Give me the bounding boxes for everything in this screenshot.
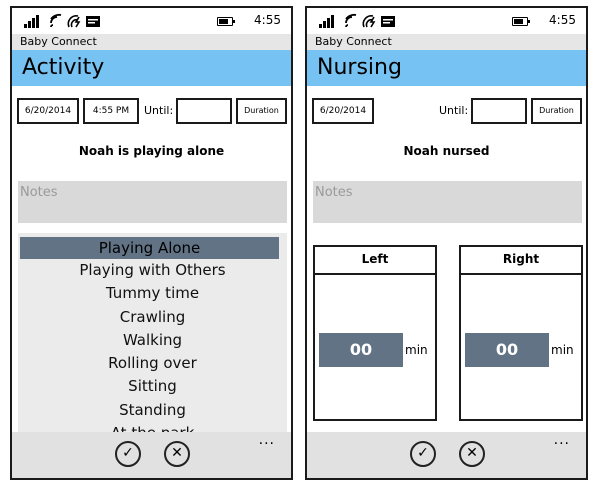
list-item[interactable]: Standing: [18, 399, 287, 422]
page-title: Activity: [12, 50, 291, 86]
signal-icon: [24, 15, 39, 28]
page-title: Nursing: [307, 50, 586, 86]
list-item[interactable]: Walking: [18, 329, 287, 352]
list-item-selected[interactable]: Playing Alone: [20, 237, 279, 259]
time-field[interactable]: 4:55 PM: [83, 98, 139, 124]
confirm-button[interactable]: ✓: [115, 441, 141, 467]
left-side-panel: Left 00 min: [313, 245, 437, 421]
more-icon[interactable]: ...: [554, 432, 570, 448]
list-item[interactable]: Playing with Others: [18, 259, 287, 282]
cancel-button[interactable]: ✕: [164, 441, 190, 467]
message-icon: [381, 16, 395, 27]
list-item[interactable]: Tummy time: [18, 282, 287, 305]
data-icon: [67, 15, 81, 28]
notes-input[interactable]: Notes: [313, 181, 582, 223]
activity-list[interactable]: Playing Alone Playing with Others Tummy …: [18, 233, 287, 438]
battery-icon: [512, 17, 530, 26]
list-item[interactable]: Sitting: [18, 375, 287, 398]
phone-nursing: 4:55 Baby Connect Nursing 6/20/2014 Unti…: [305, 6, 588, 480]
left-side-label: Left: [315, 247, 435, 275]
clock: 4:55: [549, 13, 576, 27]
duration-button[interactable]: Duration: [236, 98, 287, 124]
app-bar: ✓ ✕ ...: [12, 432, 291, 478]
wifi-icon: [345, 13, 357, 28]
app-bar: ✓ ✕ ...: [307, 432, 586, 478]
message-icon: [86, 16, 100, 27]
until-label: Until:: [144, 104, 174, 117]
notes-input[interactable]: Notes: [18, 181, 287, 223]
until-field[interactable]: [471, 98, 527, 124]
until-field[interactable]: [176, 98, 232, 124]
close-icon: ✕: [466, 445, 478, 461]
status-bar: 4:55: [307, 8, 586, 34]
duration-button[interactable]: Duration: [531, 98, 582, 124]
more-icon[interactable]: ...: [259, 432, 275, 448]
battery-icon: [217, 17, 235, 26]
until-label: Until:: [439, 104, 469, 117]
left-minutes-input[interactable]: 00: [319, 333, 403, 367]
close-icon: ✕: [171, 445, 183, 461]
right-side-label: Right: [461, 247, 581, 275]
right-minutes-unit: min: [551, 343, 574, 357]
status-icons: [24, 13, 100, 28]
data-icon: [362, 15, 376, 28]
wifi-icon: [50, 13, 62, 28]
confirm-button[interactable]: ✓: [410, 441, 436, 467]
status-icons: [319, 13, 395, 28]
signal-icon: [319, 15, 334, 28]
check-icon: ✓: [417, 445, 429, 461]
right-side-panel: Right 00 min: [459, 245, 583, 421]
status-bar: 4:55: [12, 8, 291, 34]
nursing-headline: Noah nursed: [403, 144, 490, 158]
date-field[interactable]: 6/20/2014: [312, 98, 374, 124]
phone-activity: 4:55 Baby Connect Activity 6/20/2014 4:5…: [10, 6, 293, 480]
check-icon: ✓: [122, 445, 134, 461]
activity-headline: Noah is playing alone: [78, 144, 225, 158]
clock: 4:55: [254, 13, 281, 27]
cancel-button[interactable]: ✕: [459, 441, 485, 467]
date-field[interactable]: 6/20/2014: [17, 98, 79, 124]
app-name: Baby Connect: [12, 34, 291, 50]
left-minutes-unit: min: [405, 343, 428, 357]
list-item[interactable]: Crawling: [18, 306, 287, 329]
right-minutes-input[interactable]: 00: [465, 333, 549, 367]
app-name: Baby Connect: [307, 34, 586, 50]
list-item[interactable]: Rolling over: [18, 352, 287, 375]
